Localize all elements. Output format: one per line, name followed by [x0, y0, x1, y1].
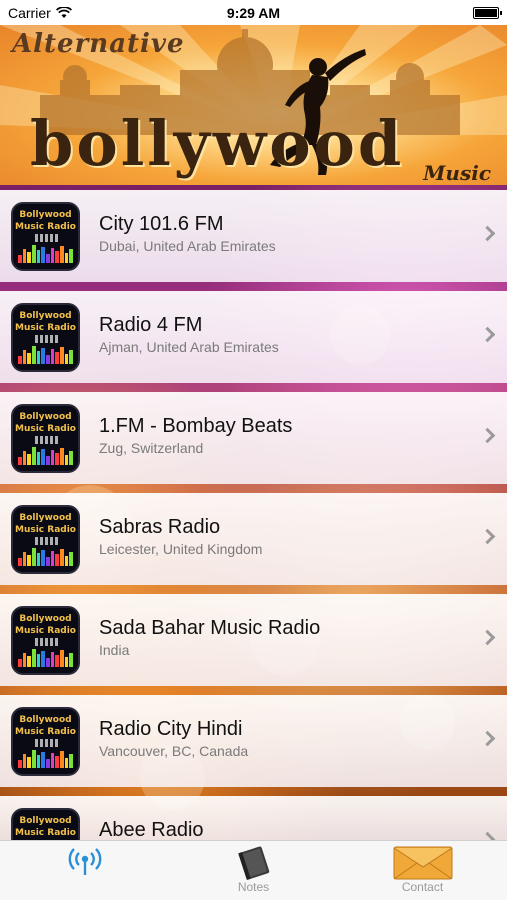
station-logo: Bollywood Music Radio [11, 202, 80, 271]
station-logo: Bollywood Music Radio [11, 707, 80, 776]
logo-text-line2: Music Radio [15, 727, 76, 737]
chevron-right-icon [479, 427, 496, 444]
header-banner: Alternative bollywood Music [0, 25, 507, 185]
station-row[interactable]: Bollywood Music Radio Abee Radio [0, 796, 507, 840]
logo-text-line2: Music Radio [15, 525, 76, 535]
station-location: Vancouver, BC, Canada [99, 743, 249, 759]
chevron-right-icon [479, 326, 496, 343]
logo-text-line2: Music Radio [15, 828, 76, 838]
status-bar: Carrier 9:29 AM [0, 0, 507, 25]
station-name: Radio 4 FM [99, 314, 203, 336]
chevron-right-icon [479, 629, 496, 646]
station-row[interactable]: Bollywood Music Radio City 101.6 FM Duba… [0, 190, 507, 282]
logo-text-line2: Music Radio [15, 626, 76, 636]
tab-notes[interactable]: Notes [169, 841, 338, 900]
equalizer-icon [18, 243, 74, 263]
logo-text-line1: Bollywood [19, 715, 72, 725]
logo-text-line1: Bollywood [19, 311, 72, 321]
logo-text-line1: Bollywood [19, 210, 72, 220]
chevron-right-icon [479, 225, 496, 242]
notebook-icon [237, 846, 269, 881]
tab-bar: Notes Contact [0, 840, 507, 900]
carrier-label: Carrier [8, 4, 51, 21]
banner-title-main: bollywood [30, 107, 405, 180]
battery-icon [473, 6, 502, 19]
tab-contact[interactable]: Contact [338, 841, 507, 900]
station-name: 1.FM - Bombay Beats [99, 415, 293, 437]
station-location: India [99, 642, 130, 658]
station-row[interactable]: Bollywood Music Radio Sada Bahar Music R… [0, 594, 507, 686]
logo-text-line2: Music Radio [15, 323, 76, 333]
chevron-right-icon [479, 528, 496, 545]
logo-text-line1: Bollywood [19, 513, 72, 523]
station-logo: Bollywood Music Radio [11, 808, 80, 840]
station-row[interactable]: Bollywood Music Radio 1.FM - Bombay Beat… [0, 392, 507, 484]
logo-text-line1: Bollywood [19, 816, 72, 826]
station-row[interactable]: Bollywood Music Radio Radio City Hindi V… [0, 695, 507, 787]
status-time: 9:29 AM [226, 4, 281, 21]
station-logo: Bollywood Music Radio [11, 303, 80, 372]
tab-contact-label: Contact [401, 880, 444, 894]
equalizer-icon [18, 445, 74, 465]
wifi-icon [55, 6, 72, 18]
logo-text-line1: Bollywood [19, 614, 72, 624]
station-location: Leicester, United Kingdom [99, 541, 263, 557]
station-name: Sabras Radio [99, 516, 221, 538]
tab-radio[interactable] [0, 841, 169, 900]
station-location: Ajman, United Arab Emirates [99, 339, 279, 355]
music-note-icon [35, 436, 59, 444]
banner-title-top: Alternative [12, 29, 185, 59]
logo-text-line2: Music Radio [15, 424, 76, 434]
music-note-icon [35, 234, 59, 242]
station-location: Dubai, United Arab Emirates [99, 238, 276, 254]
envelope-icon [393, 846, 452, 880]
station-name: City 101.6 FM [99, 213, 224, 235]
music-note-icon [35, 739, 59, 747]
equalizer-icon [18, 647, 74, 667]
station-row[interactable]: Bollywood Music Radio Radio 4 FM Ajman, … [0, 291, 507, 383]
music-note-icon [35, 638, 59, 646]
radio-signal-icon [68, 848, 101, 875]
equalizer-icon [18, 344, 74, 364]
logo-text-line1: Bollywood [19, 412, 72, 422]
logo-text-line2: Music Radio [15, 222, 76, 232]
station-name: Sada Bahar Music Radio [99, 617, 321, 639]
equalizer-icon [18, 748, 74, 768]
equalizer-icon [18, 546, 74, 566]
station-name: Radio City Hindi [99, 718, 243, 740]
music-note-icon [35, 335, 59, 343]
station-logo: Bollywood Music Radio [11, 505, 80, 574]
chevron-right-icon [479, 831, 496, 840]
music-note-icon [35, 537, 59, 545]
station-logo: Bollywood Music Radio [11, 606, 80, 675]
station-location: Zug, Switzerland [99, 440, 204, 456]
tab-notes-label: Notes [237, 880, 270, 894]
station-name: Abee Radio [99, 819, 204, 840]
chevron-right-icon [479, 730, 496, 747]
status-left: Carrier [8, 5, 72, 21]
station-logo: Bollywood Music Radio [11, 404, 80, 473]
station-row[interactable]: Bollywood Music Radio Sabras Radio Leice… [0, 493, 507, 585]
banner-title-sub: Music [423, 161, 491, 185]
